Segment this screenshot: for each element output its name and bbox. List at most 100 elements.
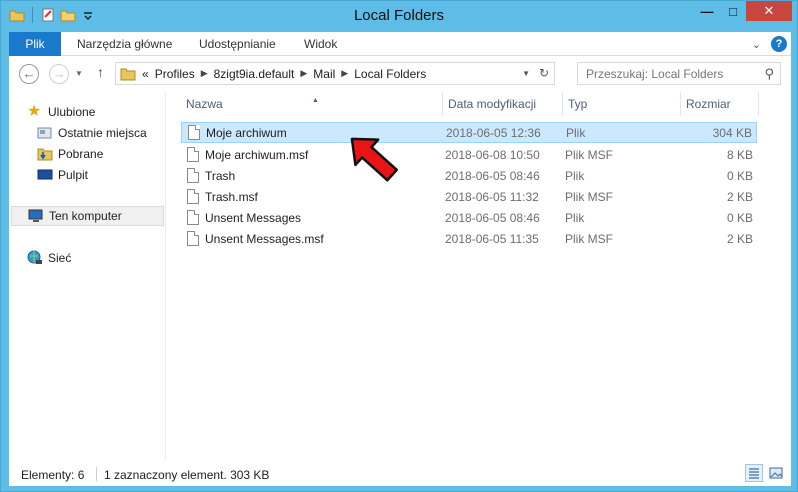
nav-item-recent[interactable]: Ostatnie miejsca xyxy=(37,123,147,143)
table-row[interactable]: Unsent Messages.msf 2018-06-05 11:35 Pli… xyxy=(181,228,757,249)
address-dropdown-icon[interactable]: ▼ xyxy=(522,69,530,78)
ribbon: Plik Narzędzia główne Udostępnianie Wido… xyxy=(9,32,791,56)
maximize-icon: □ xyxy=(729,3,737,19)
nav-item-label: Pobrane xyxy=(58,147,104,161)
file-date: 2018-06-08 10:50 xyxy=(445,147,540,162)
chevron-right-icon[interactable]: ▶ xyxy=(300,68,307,79)
file-list: ▲ Nazwa Data modyfikacji Typ Rozmiar Moj… xyxy=(175,92,791,460)
star-icon: ★ xyxy=(27,103,42,120)
file-size: 304 KB xyxy=(712,125,752,140)
minimize-button[interactable]: — xyxy=(694,1,720,21)
downloads-folder-icon xyxy=(37,148,53,161)
back-arrow-icon: ← xyxy=(22,66,36,81)
search-box[interactable]: ⚲ xyxy=(577,62,781,85)
title-bar: Local Folders — □ ✕ xyxy=(1,1,797,31)
chevron-right-icon[interactable]: ▶ xyxy=(201,68,208,79)
sort-ascending-icon: ▲ xyxy=(312,97,319,104)
file-type: Plik xyxy=(565,210,585,225)
file-name: Trash xyxy=(205,168,236,183)
nav-item-label: Pulpit xyxy=(58,168,89,182)
nav-item-network[interactable]: Sieć xyxy=(27,248,71,268)
file-name: Moje archiwum.msf xyxy=(205,147,309,162)
breadcrumb-local-folders[interactable]: Local Folders xyxy=(354,67,426,81)
file-date: 2018-06-05 12:36 xyxy=(446,125,541,140)
file-size: 0 KB xyxy=(726,168,753,183)
file-name: Moje archiwum xyxy=(206,125,287,140)
breadcrumb-profile-folder[interactable]: 8zigt9ia.default xyxy=(214,67,295,81)
large-icons-view-button[interactable] xyxy=(767,464,785,482)
selection-info: 1 zaznaczony element. 303 KB xyxy=(104,468,270,482)
nav-item-label: Sieć xyxy=(48,251,72,265)
minimize-icon: — xyxy=(700,3,714,19)
explorer-window: Local Folders — □ ✕ Plik Narzędzia główn… xyxy=(0,0,798,492)
column-header-type[interactable]: Typ xyxy=(563,92,681,116)
file-name: Trash.msf xyxy=(205,189,258,204)
file-date: 2018-06-05 11:35 xyxy=(445,231,539,246)
file-date: 2018-06-05 08:46 xyxy=(445,210,540,225)
recent-places-icon xyxy=(37,127,52,139)
nav-item-favorites[interactable]: ★ Ulubione xyxy=(27,102,95,122)
table-row[interactable]: Trash.msf 2018-06-05 11:32 Plik MSF 2 KB xyxy=(181,186,757,207)
ribbon-controls: ⌄ ? xyxy=(752,36,787,52)
expand-ribbon-icon[interactable]: ⌄ xyxy=(752,38,761,51)
file-size: 2 KB xyxy=(726,189,753,204)
file-icon xyxy=(187,189,199,204)
close-button[interactable]: ✕ xyxy=(746,1,792,21)
file-type: Plik xyxy=(566,125,586,140)
nav-item-label: Ten komputer xyxy=(49,209,122,223)
up-arrow-icon[interactable]: ↑ xyxy=(97,64,104,80)
file-icon xyxy=(187,210,199,225)
status-divider xyxy=(96,467,97,481)
tab-home[interactable]: Narzędzia główne xyxy=(77,32,172,56)
search-input[interactable] xyxy=(578,63,753,84)
file-type: Plik MSF xyxy=(565,147,613,162)
file-date: 2018-06-05 08:46 xyxy=(445,168,540,183)
file-size: 8 KB xyxy=(726,147,753,162)
nav-item-this-pc[interactable]: Ten komputer xyxy=(11,206,164,226)
annotation-arrow-icon xyxy=(350,137,398,182)
breadcrumb-profiles[interactable]: Profiles xyxy=(155,67,195,81)
refresh-icon[interactable]: ↻ xyxy=(539,66,549,80)
close-icon: ✕ xyxy=(763,3,775,18)
table-row[interactable]: Moje archiwum.msf 2018-06-08 10:50 Plik … xyxy=(181,144,757,165)
recent-locations-icon[interactable]: ▼ xyxy=(75,69,83,78)
details-view-button[interactable] xyxy=(745,464,763,482)
table-row[interactable]: Trash 2018-06-05 08:46 Plik 0 KB xyxy=(181,165,757,186)
search-icon[interactable]: ⚲ xyxy=(764,66,774,82)
file-icon xyxy=(188,125,200,140)
file-name: Unsent Messages.msf xyxy=(205,231,324,246)
nav-item-desktop[interactable]: Pulpit xyxy=(37,165,88,185)
column-label: Nazwa xyxy=(186,97,223,111)
address-bar[interactable]: « Profiles ▶ 8zigt9ia.default ▶ Mail ▶ L… xyxy=(115,62,555,85)
maximize-button[interactable]: □ xyxy=(720,1,746,21)
tab-share[interactable]: Udostępnianie xyxy=(199,32,276,56)
network-icon xyxy=(27,250,42,264)
file-type: Plik MSF xyxy=(565,189,613,204)
column-header-name[interactable]: ▲ Nazwa xyxy=(181,92,443,116)
nav-item-label: Ulubione xyxy=(48,105,96,119)
file-size: 0 KB xyxy=(726,210,753,225)
nav-item-downloads[interactable]: Pobrane xyxy=(37,144,103,164)
tab-file[interactable]: Plik xyxy=(9,32,61,56)
breadcrumb-overflow[interactable]: « xyxy=(142,67,149,81)
window-controls: — □ ✕ xyxy=(694,1,792,21)
large-icons-view-icon xyxy=(769,467,783,479)
table-row[interactable]: Moje archiwum 2018-06-05 12:36 Plik 304 … xyxy=(181,122,757,143)
main-content: ★ Ulubione Ostatnie miejsca Pobrane Pulp… xyxy=(9,92,791,460)
column-header-date[interactable]: Data modyfikacji xyxy=(443,92,563,116)
help-icon[interactable]: ? xyxy=(771,36,787,52)
breadcrumb-mail[interactable]: Mail xyxy=(313,67,335,81)
navigation-pane: ★ Ulubione Ostatnie miejsca Pobrane Pulp… xyxy=(9,92,166,460)
forward-arrow-icon: → xyxy=(52,66,66,81)
desktop-icon xyxy=(37,169,53,180)
navigation-bar: ← → ▼ ↑ « Profiles ▶ 8zigt9ia.default ▶ … xyxy=(9,56,791,92)
file-type: Plik xyxy=(565,168,585,183)
back-button[interactable]: ← xyxy=(19,64,39,84)
table-row[interactable]: Unsent Messages 2018-06-05 08:46 Plik 0 … xyxy=(181,207,757,228)
column-header-size[interactable]: Rozmiar xyxy=(681,92,759,116)
forward-button[interactable]: → xyxy=(49,64,69,84)
file-icon xyxy=(187,147,199,162)
chevron-right-icon[interactable]: ▶ xyxy=(341,68,348,79)
tab-view[interactable]: Widok xyxy=(304,32,337,56)
folder-icon xyxy=(120,68,136,80)
